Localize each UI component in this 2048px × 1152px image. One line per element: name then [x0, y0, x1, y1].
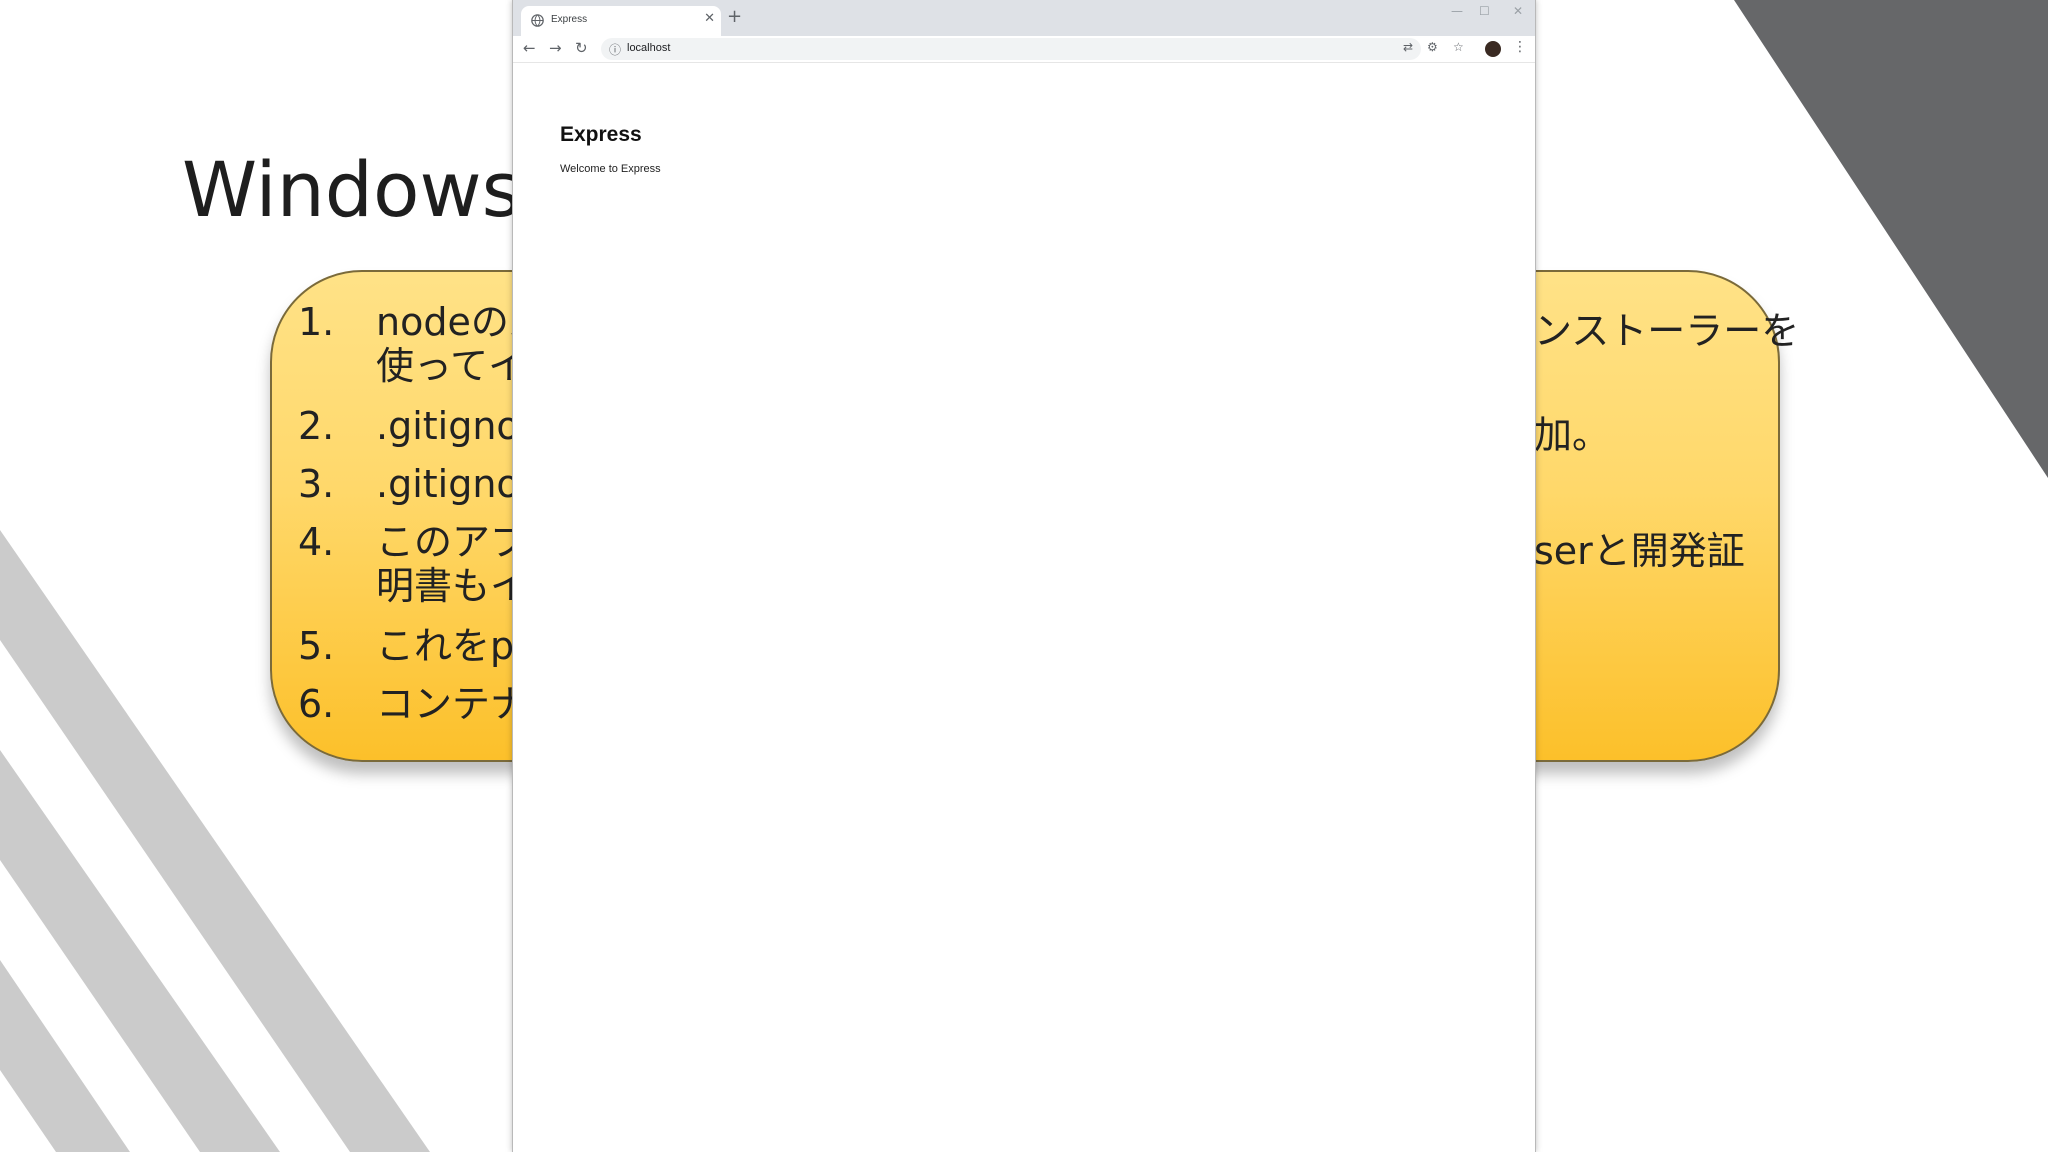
step-number: 2. [298, 404, 335, 448]
step-5: 5. これをpu [298, 624, 538, 668]
close-window-button[interactable]: ✕ [1513, 4, 1523, 18]
avatar[interactable] [1485, 41, 1501, 57]
page-paragraph: Welcome to Express [560, 163, 661, 175]
dark-corner-shape [1734, 0, 2048, 478]
step-4-right-fragment: serと開発証 [1534, 529, 1745, 573]
address-bar[interactable]: ⓘ localhost [601, 38, 1421, 60]
step-text: .gitigno [376, 462, 520, 506]
page-content: Express Welcome to Express [513, 63, 1535, 1152]
reload-button[interactable]: ↻ [575, 39, 588, 57]
browser-window: Express ✕ + — ☐ ✕ ← → ↻ ⓘ localhost ⇄ ⚙ … [512, 0, 1536, 1152]
step-number: 6. [298, 682, 335, 726]
extension-icon[interactable]: ⚙ [1427, 40, 1438, 54]
minimize-button[interactable]: — [1451, 4, 1463, 18]
step-number: 4. [298, 520, 335, 564]
close-tab-icon[interactable]: ✕ [704, 11, 715, 26]
tab-strip: Express ✕ + — ☐ ✕ [513, 0, 1535, 36]
browser-toolbar: ← → ↻ ⓘ localhost ⇄ ⚙ ☆ ⋮ [513, 36, 1535, 63]
maximize-button[interactable]: ☐ [1479, 4, 1490, 18]
url-text[interactable]: localhost [627, 42, 670, 54]
tab-title: Express [551, 14, 588, 25]
translate-icon[interactable]: ⇄ [1403, 40, 1413, 54]
step-number: 5. [298, 624, 335, 668]
step-number: 3. [298, 462, 335, 506]
new-tab-button[interactable]: + [727, 6, 742, 27]
star-icon[interactable]: ☆ [1453, 40, 1464, 54]
menu-icon[interactable]: ⋮ [1513, 39, 1527, 55]
step-2: 2. .gitigno [298, 404, 520, 448]
step-text-line2: 明書もイ [376, 564, 529, 608]
step-2-right-fragment: 加。 [1534, 413, 1611, 457]
info-icon[interactable]: ⓘ [609, 41, 621, 58]
forward-button[interactable]: → [549, 39, 562, 57]
step-text: .gitigno [376, 404, 520, 448]
step-number: 1. [298, 300, 335, 344]
step-1-right-fragment: ンストーラーを [1534, 309, 1800, 353]
page-heading: Express [560, 123, 642, 146]
step-3: 3. .gitigno [298, 462, 520, 506]
globe-icon [531, 14, 544, 27]
tab-express[interactable]: Express ✕ [521, 6, 721, 36]
back-button[interactable]: ← [523, 39, 536, 57]
